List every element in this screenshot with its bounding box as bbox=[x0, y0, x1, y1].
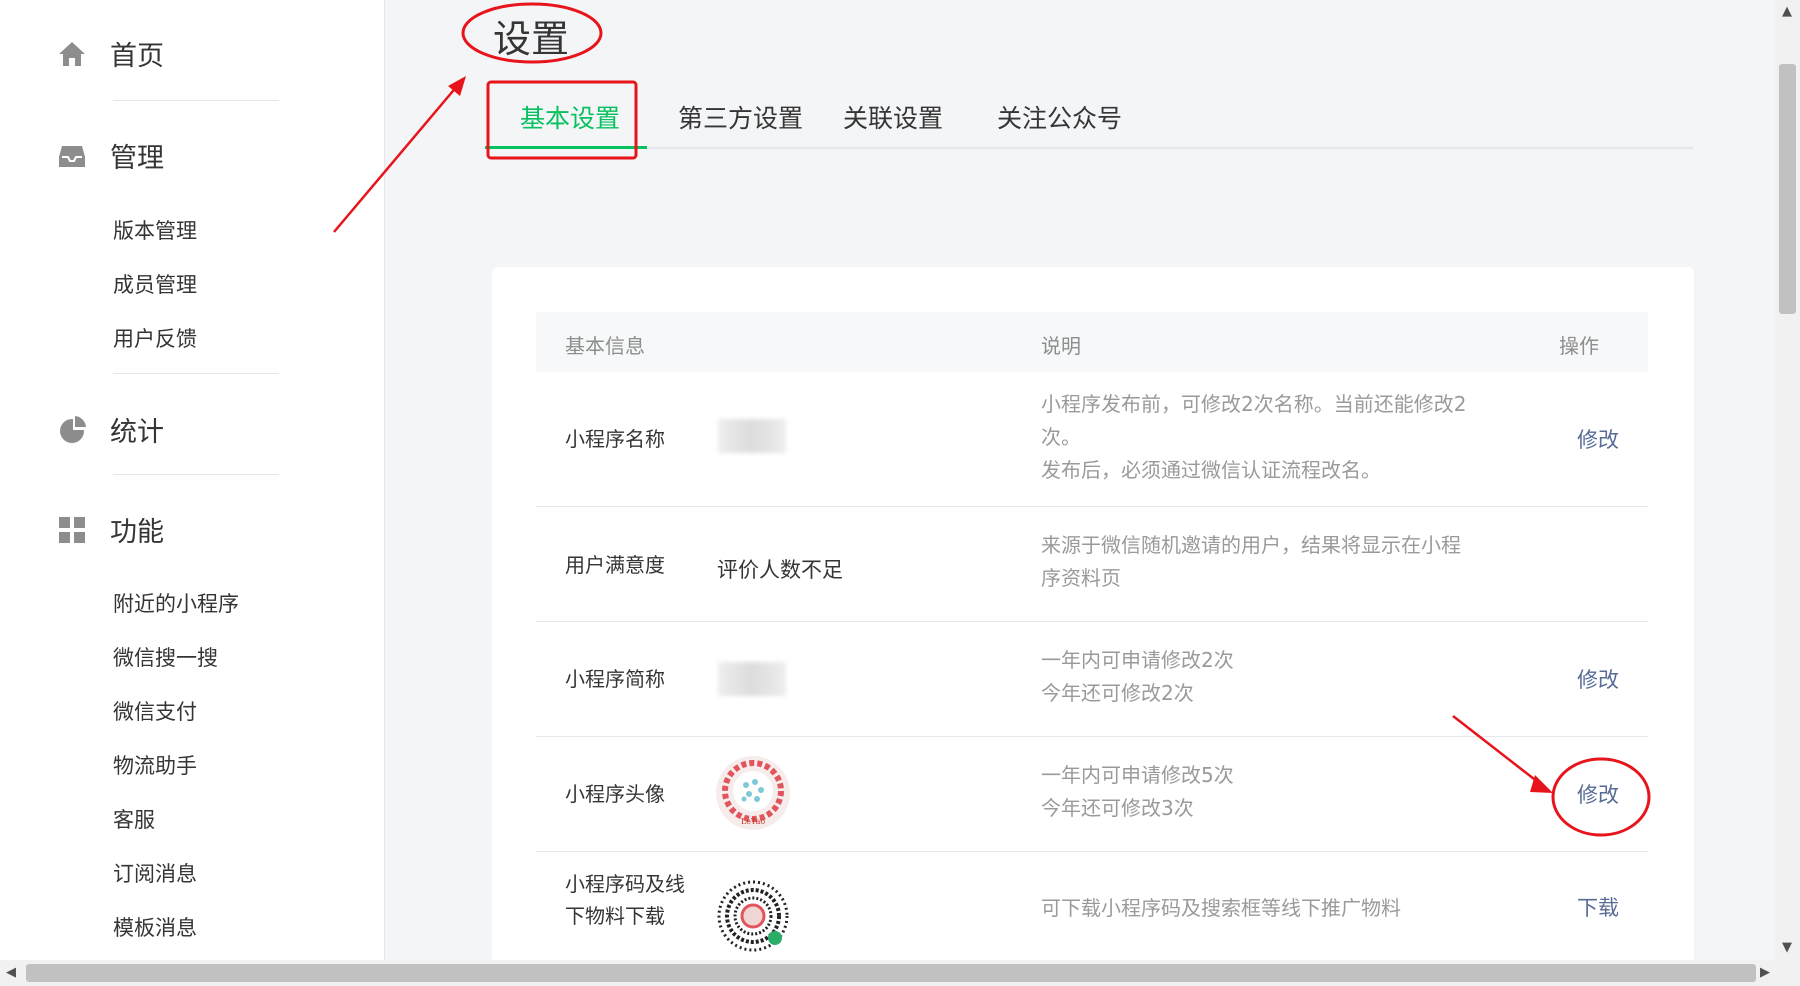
divider bbox=[113, 100, 279, 101]
row-label: 小程序头像 bbox=[565, 782, 665, 806]
scroll-left-icon[interactable]: ◀ bbox=[6, 965, 16, 980]
edit-short-name-link[interactable]: 修改 bbox=[1577, 664, 1619, 694]
sidebar-item-subscribe[interactable]: 订阅消息 bbox=[113, 858, 197, 888]
row-label: 小程序名称 bbox=[565, 427, 665, 451]
qr-code-icon bbox=[717, 880, 789, 952]
sidebar-item-logistics[interactable]: 物流助手 bbox=[113, 750, 197, 780]
home-icon bbox=[56, 38, 88, 70]
table-row: 小程序名称 小程序发布前，可修改2次名称。当前还能修改2次。 发布后，必须通过微… bbox=[536, 372, 1648, 507]
divider bbox=[113, 373, 279, 374]
table-row: 用户满意度 评价人数不足 来源于微信随机邀请的用户，结果将显示在小程序资料页 bbox=[536, 507, 1648, 622]
avatar: LeTao bbox=[715, 755, 791, 831]
grid-icon bbox=[56, 514, 88, 546]
sidebar-item-service[interactable]: 客服 bbox=[113, 804, 155, 834]
sidebar-item-nearby[interactable]: 附近的小程序 bbox=[113, 588, 239, 618]
horizontal-scrollbar[interactable]: ◀ ▶ bbox=[0, 960, 1800, 986]
inbox-icon bbox=[56, 140, 88, 172]
download-link[interactable]: 下载 bbox=[1577, 892, 1619, 922]
nav-manage-label: 管理 bbox=[110, 143, 164, 174]
horizontal-scroll-thumb[interactable] bbox=[26, 964, 1756, 982]
nav-home-label: 首页 bbox=[110, 41, 164, 72]
table-row: 小程序简称 一年内可申请修改2次 今年还可修改2次 修改 bbox=[536, 622, 1648, 737]
avatar-logo-text: LeTao bbox=[741, 817, 766, 826]
blurred-value bbox=[718, 662, 786, 696]
nav-stats[interactable]: 统计 bbox=[56, 410, 164, 449]
main-content: 设置 基本设置 第三方设置 关联设置 关注公众号 基本信息 说明 操作 小程序名… bbox=[385, 0, 1775, 967]
row-description: 来源于微信随机邀请的用户，结果将显示在小程序资料页 bbox=[1041, 533, 1461, 590]
scroll-down-icon[interactable]: ▼ bbox=[1782, 940, 1792, 955]
row-label: 小程序码及线下物料下载 bbox=[565, 872, 685, 928]
nav-features[interactable]: 功能 bbox=[56, 510, 164, 549]
row-label: 用户满意度 bbox=[565, 553, 665, 577]
sidebar: 首页 管理 版本管理 成员管理 用户反馈 统计 功能 附近的小程序 微信搜一搜 … bbox=[0, 0, 385, 960]
scroll-right-icon[interactable]: ▶ bbox=[1760, 965, 1770, 980]
row-description: 一年内可申请修改5次 今年还可修改3次 bbox=[1041, 763, 1234, 820]
tab-related[interactable]: 关联设置 bbox=[843, 99, 943, 135]
page-title: 设置 bbox=[493, 17, 570, 61]
nav-stats-label: 统计 bbox=[110, 417, 164, 448]
sidebar-item-search[interactable]: 微信搜一搜 bbox=[113, 642, 218, 672]
sidebar-item-template[interactable]: 模板消息 bbox=[113, 912, 197, 942]
sidebar-item-pay[interactable]: 微信支付 bbox=[113, 696, 197, 726]
row-label: 小程序简称 bbox=[565, 667, 665, 691]
header-basic-info: 基本信息 bbox=[565, 334, 645, 358]
scroll-up-icon[interactable]: ▲ bbox=[1782, 4, 1792, 19]
row-description: 可下载小程序码及搜索框等线下推广物料 bbox=[1041, 896, 1401, 920]
vertical-scrollbar[interactable]: ▲ ▼ bbox=[1775, 0, 1800, 960]
tab-third-party[interactable]: 第三方设置 bbox=[678, 99, 803, 135]
sidebar-item-version[interactable]: 版本管理 bbox=[113, 215, 197, 245]
nav-manage[interactable]: 管理 bbox=[56, 136, 164, 175]
nav-home[interactable]: 首页 bbox=[56, 34, 164, 73]
header-action: 操作 bbox=[1559, 334, 1599, 358]
header-description: 说明 bbox=[1041, 334, 1081, 358]
table-row: 小程序头像 LeTao 一年内可申请修改5次 今年还可修改3次 修改 bbox=[536, 737, 1648, 852]
divider bbox=[113, 474, 279, 475]
tab-basic[interactable]: 基本设置 bbox=[520, 99, 620, 135]
tab-follow-account[interactable]: 关注公众号 bbox=[997, 99, 1122, 135]
blurred-value bbox=[718, 419, 786, 453]
table-row: 小程序码及线下物料下载 可下载小程序码及搜索框等线下推广物料 下载 bbox=[536, 852, 1648, 967]
nav-features-label: 功能 bbox=[110, 517, 164, 548]
edit-avatar-link[interactable]: 修改 bbox=[1577, 779, 1619, 809]
sidebar-item-feedback[interactable]: 用户反馈 bbox=[113, 323, 197, 353]
sidebar-item-members[interactable]: 成员管理 bbox=[113, 269, 197, 299]
row-description: 一年内可申请修改2次 今年还可修改2次 bbox=[1041, 648, 1234, 705]
tab-bar: 基本设置 第三方设置 关联设置 关注公众号 bbox=[485, 85, 1693, 149]
edit-name-link[interactable]: 修改 bbox=[1577, 424, 1619, 454]
row-description: 小程序发布前，可修改2次名称。当前还能修改2次。 发布后，必须通过微信认证流程改… bbox=[1041, 392, 1467, 482]
settings-card: 基本信息 说明 操作 小程序名称 小程序发布前，可修改2次名称。当前还能修改2次… bbox=[492, 267, 1694, 967]
vertical-scroll-thumb[interactable] bbox=[1779, 64, 1796, 314]
pie-chart-icon bbox=[56, 414, 88, 446]
satisfaction-value: 评价人数不足 bbox=[717, 558, 843, 582]
table-header: 基本信息 说明 操作 bbox=[536, 312, 1648, 372]
active-tab-indicator bbox=[485, 146, 647, 149]
